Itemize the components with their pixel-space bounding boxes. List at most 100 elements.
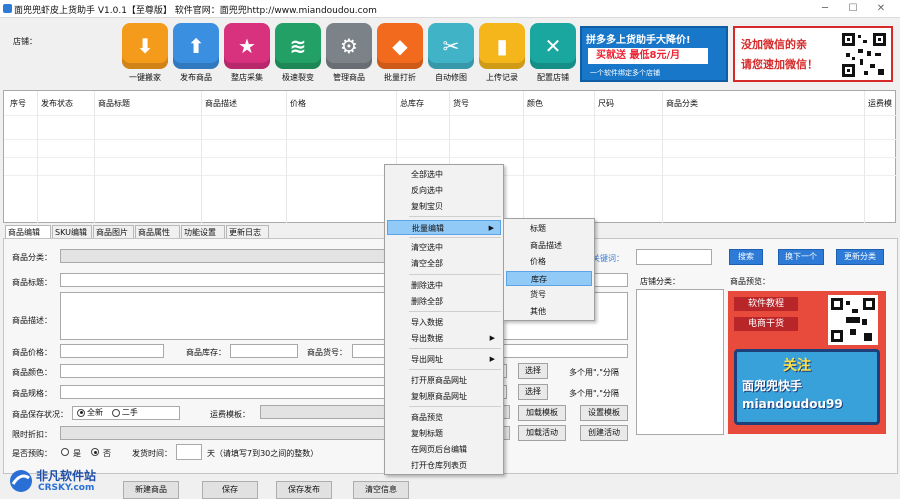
ship-time-input[interactable]: [176, 444, 202, 460]
toolbar-button-8[interactable]: ✕ 配置店铺: [528, 23, 578, 85]
bottom-button-3[interactable]: 清空信息: [353, 481, 409, 499]
next-button[interactable]: 换下一个: [778, 249, 824, 265]
menu-item-13[interactable]: 商品预览: [387, 410, 501, 425]
preorder-yes-radio[interactable]: [61, 448, 69, 456]
submenu-item-4[interactable]: 货号: [506, 287, 592, 302]
banner-line1: 拼多多上货助手大降价!: [586, 35, 691, 46]
menu-item-6[interactable]: 删除选中: [387, 278, 501, 293]
menu-item-7[interactable]: 删除全部: [387, 294, 501, 309]
tab-2[interactable]: 商品图片: [93, 225, 134, 239]
wechat-line1: 没加微信的亲: [741, 38, 807, 51]
toolbar-label: 一键搬家: [129, 73, 161, 82]
menu-item-3[interactable]: 批量编辑 ▶: [387, 220, 501, 235]
stock-input[interactable]: [230, 344, 298, 358]
keyword-input[interactable]: [636, 249, 712, 265]
column-header[interactable]: 商品分类: [666, 98, 698, 109]
menu-item-12[interactable]: 复制原商品网址: [387, 389, 501, 404]
watermark-cn: 非凡软件站: [36, 469, 97, 483]
cond-new-radio[interactable]: [77, 408, 85, 417]
menu-item-10[interactable]: 导出网址 ▶: [387, 352, 501, 367]
menu-separator: [409, 274, 501, 275]
close-button[interactable]: ✕: [868, 2, 894, 16]
menu-item-label: 复制宝贝: [411, 202, 443, 211]
promo-banner-wechat[interactable]: 没加微信的亲 请您速加微信！: [733, 26, 893, 82]
column-header[interactable]: 颜色: [527, 98, 543, 109]
column-header[interactable]: 货号: [453, 98, 469, 109]
toolbar-button-7[interactable]: ▮ 上传记录: [477, 23, 527, 85]
tab-5[interactable]: 更新日志: [226, 225, 269, 239]
bookmark-icon: ▮: [479, 23, 525, 69]
load-activity-button[interactable]: 加载活动: [518, 425, 566, 441]
submenu-item-3[interactable]: 库存: [506, 270, 592, 286]
promo-id: miandoudou99: [742, 397, 843, 411]
toolbar-button-6[interactable]: ✂ 自动修图: [426, 23, 476, 85]
toolbar-button-3[interactable]: ≋ 极速裂变: [273, 23, 323, 85]
toolbar-button-4[interactable]: ⚙ 管理商品: [324, 23, 374, 85]
submenu-item-5[interactable]: 其他: [506, 304, 592, 319]
menu-item-0[interactable]: 全部选中: [387, 167, 501, 182]
menu-item-15[interactable]: 在网页后台编辑: [387, 442, 501, 457]
toolbar-button-5[interactable]: ◆ 批量打折: [375, 23, 425, 85]
tab-3[interactable]: 商品属性: [135, 225, 180, 239]
load-template-button[interactable]: 加载模板: [518, 405, 566, 421]
column-header[interactable]: 尺码: [598, 98, 614, 109]
shop-label: 店铺：: [13, 37, 37, 46]
tab-4[interactable]: 功能设置: [181, 225, 225, 239]
spec-select-button[interactable]: 选择: [518, 384, 548, 400]
maximize-button[interactable]: ☐: [840, 2, 866, 16]
title-bar: 面兜兜虾皮上货助手 V1.0.1【至尊版】 软件官网：面兜兜http://www…: [0, 0, 900, 18]
update-category-button[interactable]: 更新分类: [836, 249, 884, 265]
bottom-button-2[interactable]: 保存发布: [276, 481, 332, 499]
stock-label: 商品库存：: [186, 348, 226, 357]
price-input[interactable]: [60, 344, 164, 358]
minimize-button[interactable]: ─: [812, 2, 838, 16]
submenu-item-0[interactable]: 标题: [506, 221, 592, 236]
column-header[interactable]: 总库存: [400, 98, 424, 109]
toolbar-label: 上传记录: [486, 73, 518, 82]
promo-qr-icon: [828, 295, 878, 345]
toolbar-button-1[interactable]: ⬆ 发布商品: [171, 23, 221, 85]
menu-separator: [409, 237, 501, 238]
menu-item-label: 在网页后台编辑: [411, 445, 467, 454]
category-field[interactable]: [60, 249, 390, 263]
tab-0[interactable]: 商品编辑: [5, 225, 51, 239]
menu-separator: [409, 369, 501, 370]
menu-item-4[interactable]: 清空选中: [387, 240, 501, 255]
bottom-button-1[interactable]: 保存: [202, 481, 258, 499]
column-header[interactable]: 商品描述: [205, 98, 237, 109]
set-template-button[interactable]: 设置模板: [580, 405, 628, 421]
column-header[interactable]: 序号: [10, 98, 26, 109]
menu-item-label: 导出网址: [411, 355, 443, 364]
column-header[interactable]: 商品标题: [98, 98, 130, 109]
bottom-button-0[interactable]: 新建商品: [123, 481, 179, 499]
toolbar-button-2[interactable]: ★ 整店采集: [222, 23, 272, 85]
promo-banner-pdd[interactable]: 拼多多上货助手大降价! 买就送 最低8元/月 一个软件绑定多个店铺: [580, 26, 728, 82]
column-header[interactable]: 运费模: [868, 98, 892, 109]
store-category-list[interactable]: [636, 289, 724, 435]
tab-1[interactable]: SKU编辑: [52, 225, 92, 239]
menu-item-label: 导入数据: [411, 318, 443, 327]
menu-item-11[interactable]: 打开原商品网址: [387, 373, 501, 388]
color-label: 商品颜色：: [12, 368, 52, 377]
submenu-item-2[interactable]: 价格: [506, 254, 592, 269]
menu-item-14[interactable]: 复制标题: [387, 426, 501, 441]
submenu-item-1[interactable]: 商品描述: [506, 238, 592, 253]
search-button[interactable]: 搜索: [729, 249, 763, 265]
menu-item-2[interactable]: 复制宝贝: [387, 199, 501, 214]
star-icon: ★: [224, 23, 270, 69]
preorder-no-radio[interactable]: [91, 448, 99, 456]
menu-item-label: 复制标题: [411, 429, 443, 438]
cond-used-radio[interactable]: [111, 408, 120, 417]
menu-item-16[interactable]: 打开仓库列表页: [387, 458, 501, 473]
menu-item-9[interactable]: 导出数据 ▶: [387, 331, 501, 346]
column-header[interactable]: 发布状态: [41, 98, 73, 109]
menu-item-1[interactable]: 反向选中: [387, 183, 501, 198]
menu-item-5[interactable]: 清空全部: [387, 256, 501, 271]
create-activity-button[interactable]: 创建活动: [580, 425, 628, 441]
promo-tag1: 软件教程: [734, 297, 798, 311]
color-select-button[interactable]: 选择: [518, 363, 548, 379]
menu-item-8[interactable]: 导入数据: [387, 315, 501, 330]
toolbar-button-0[interactable]: ⬇ 一键搬家: [120, 23, 170, 85]
column-header[interactable]: 价格: [290, 98, 306, 109]
upload-cloud-icon: ⬆: [173, 23, 219, 69]
